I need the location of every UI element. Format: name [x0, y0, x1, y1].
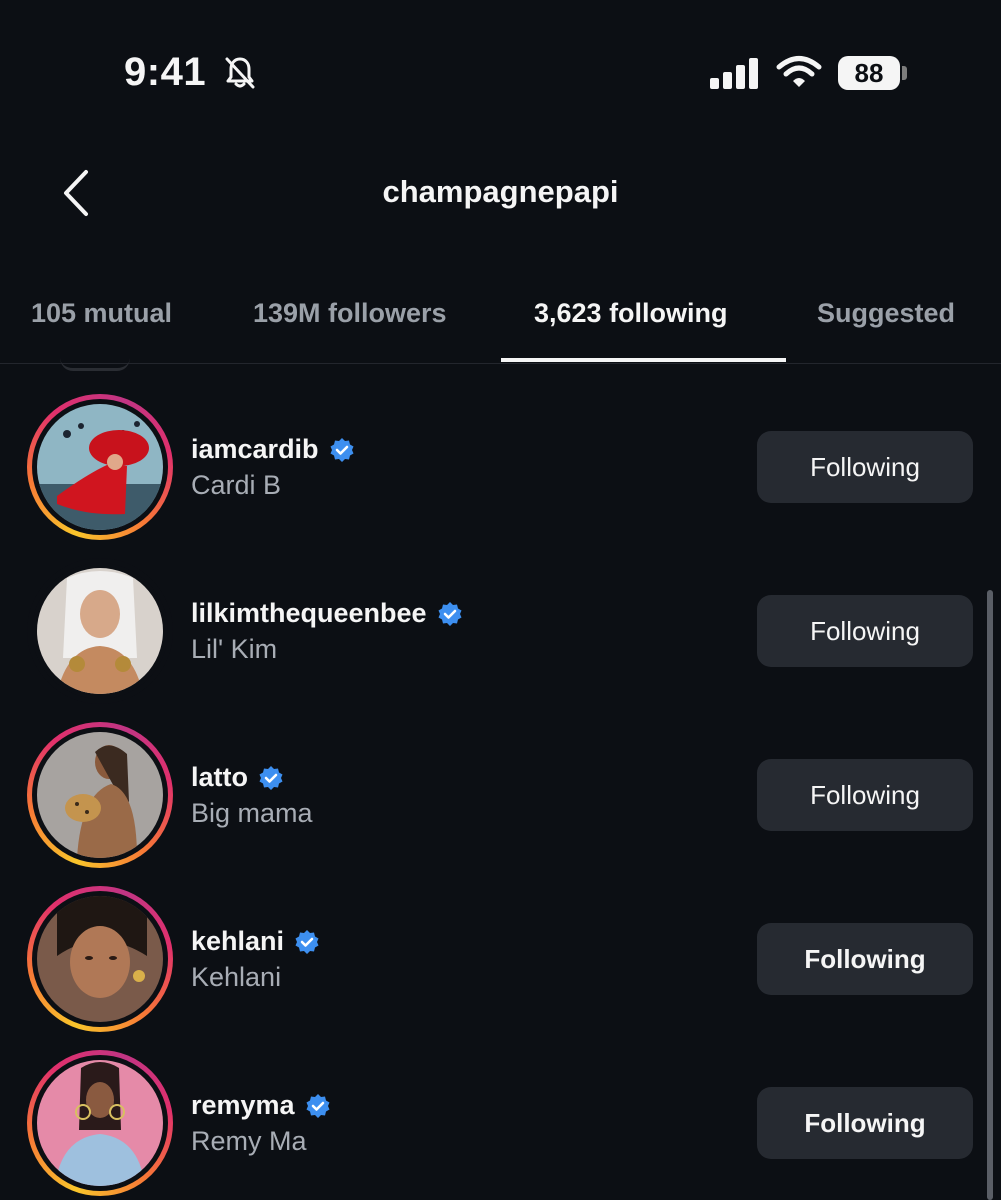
verified-badge-icon	[259, 765, 283, 790]
story-ring[interactable]	[27, 394, 173, 540]
username-text: lilkimthequeenbee	[191, 598, 427, 628]
following-button[interactable]: Following	[757, 923, 973, 995]
full-name: Remy Ma	[191, 1126, 307, 1156]
avatar	[37, 1060, 163, 1186]
story-ring[interactable]	[27, 886, 173, 1032]
tab-following[interactable]: 3,623 following	[534, 298, 728, 329]
username[interactable]: iamcardib	[191, 434, 355, 465]
story-ring[interactable]	[27, 722, 173, 868]
verified-badge-icon	[438, 601, 462, 626]
status-bar: 9:41 88	[0, 0, 1001, 140]
status-time: 9:41	[124, 50, 207, 94]
username[interactable]: latto	[191, 762, 284, 793]
list-item[interactable]: lilkimthequeenbee Lil' Kim Following	[0, 528, 1001, 704]
verified-badge-icon	[306, 1093, 330, 1118]
avatar-frame[interactable]	[27, 558, 173, 704]
username-text: iamcardib	[191, 434, 319, 464]
following-button[interactable]: Following	[757, 1087, 973, 1159]
full-name: Lil' Kim	[191, 634, 278, 664]
username-text: kehlani	[191, 926, 285, 956]
active-tab-indicator	[501, 358, 786, 362]
avatar	[37, 732, 163, 858]
full-name: Cardi B	[191, 470, 282, 500]
story-ring[interactable]	[27, 1050, 173, 1196]
full-name: Kehlani	[191, 962, 282, 992]
following-button[interactable]: Following	[757, 431, 973, 503]
username[interactable]: remyma	[191, 1090, 331, 1121]
battery-icon: 88	[838, 56, 900, 90]
full-name: Big mama	[191, 798, 313, 828]
following-button[interactable]: Following	[757, 595, 973, 667]
bell-slash-icon	[222, 55, 258, 96]
list-item[interactable]: iamcardib Cardi B Following	[0, 364, 1001, 540]
avatar	[37, 568, 163, 694]
username[interactable]: lilkimthequeenbee	[191, 598, 463, 629]
list-item[interactable]: kehlani Kehlani Following	[0, 856, 1001, 1032]
verified-badge-icon	[330, 437, 354, 462]
username-text: latto	[191, 762, 248, 792]
list-item[interactable]: latto Big mama Following	[0, 692, 1001, 868]
verified-badge-icon	[295, 929, 319, 954]
nav-header: champagnepapi	[0, 150, 1001, 240]
cellular-signal-icon	[708, 56, 760, 95]
tab-bar: 105 mutual 139M followers 3,623 followin…	[0, 270, 1001, 364]
username[interactable]: kehlani	[191, 926, 320, 957]
tab-mutual[interactable]: 105 mutual	[31, 298, 172, 329]
avatar	[37, 404, 163, 530]
page-title: champagnepapi	[382, 174, 619, 209]
battery-cap	[902, 66, 907, 80]
list-item[interactable]: remyma Remy Ma Following	[0, 1020, 1001, 1196]
tab-suggested[interactable]: Suggested	[817, 298, 955, 329]
avatar	[37, 896, 163, 1022]
wifi-icon	[776, 54, 822, 95]
following-button[interactable]: Following	[757, 759, 973, 831]
username-text: remyma	[191, 1090, 295, 1120]
scrollbar[interactable]	[987, 590, 993, 1200]
tab-followers[interactable]: 139M followers	[253, 298, 447, 329]
